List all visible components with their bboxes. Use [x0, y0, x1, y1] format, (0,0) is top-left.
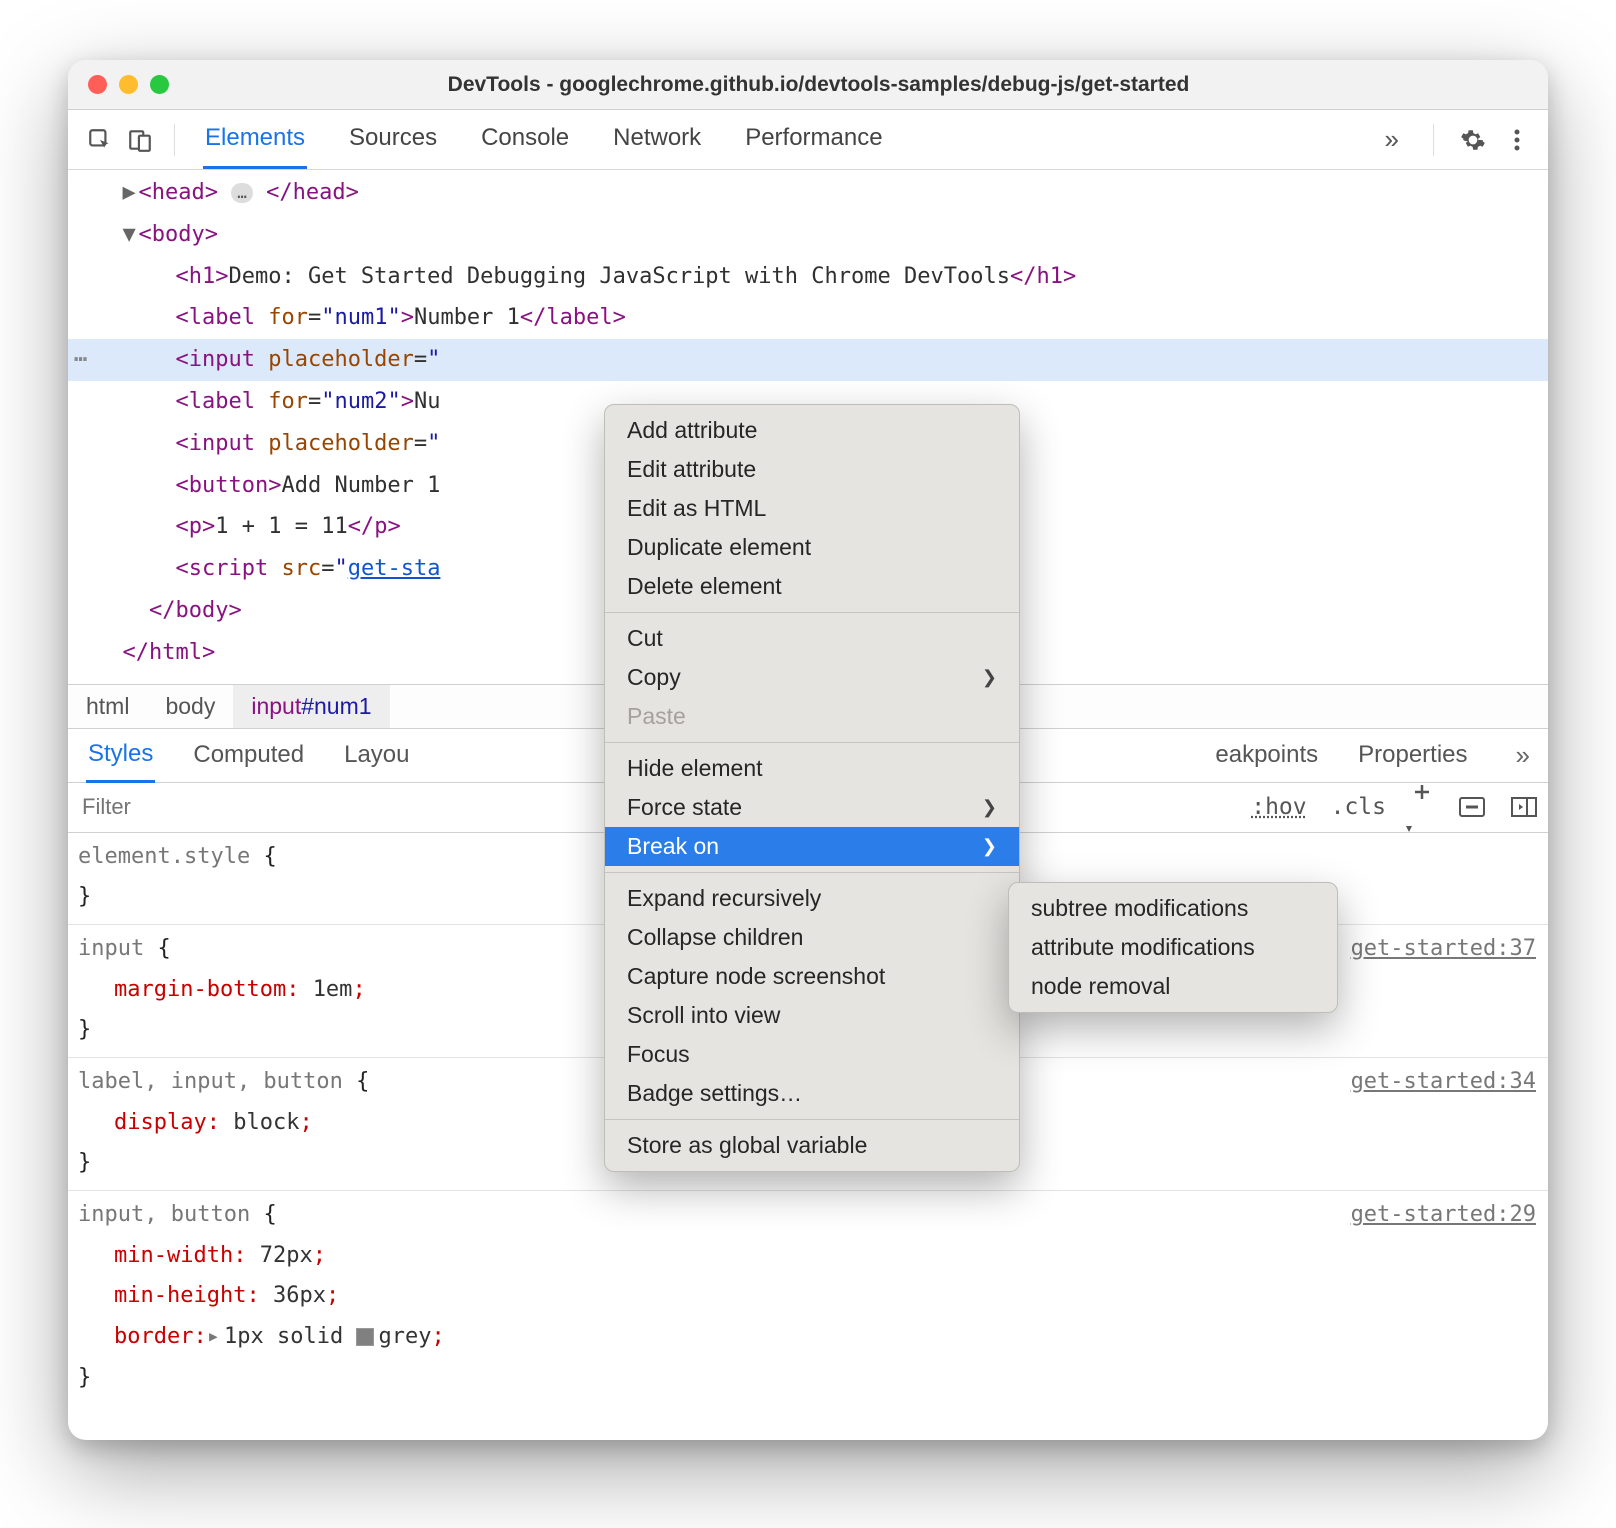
- menu-badge-settings[interactable]: Badge settings…: [605, 1074, 1019, 1113]
- tab-performance[interactable]: Performance: [743, 110, 884, 169]
- menu-cut[interactable]: Cut: [605, 619, 1019, 658]
- submenu-node-removal[interactable]: node removal: [1009, 967, 1337, 1006]
- rule-input-button[interactable]: get-started:29 input, button { min-width…: [68, 1191, 1548, 1404]
- toolbar-right: »: [1375, 124, 1532, 156]
- subtab-properties[interactable]: Properties: [1356, 729, 1469, 781]
- menu-separator: [605, 742, 1019, 743]
- menu-add-attribute[interactable]: Add attribute: [605, 411, 1019, 450]
- sidebar-toggle-icon[interactable]: [1510, 795, 1538, 819]
- menu-edit-attribute[interactable]: Edit attribute: [605, 450, 1019, 489]
- crumb-body[interactable]: body: [147, 685, 233, 728]
- computed-toggle-icon[interactable]: [1458, 795, 1486, 819]
- menu-delete-element[interactable]: Delete element: [605, 567, 1019, 606]
- menu-paste: Paste: [605, 697, 1019, 736]
- device-toolbar-icon[interactable]: [124, 124, 156, 156]
- subtab-styles[interactable]: Styles: [86, 728, 155, 783]
- menu-scroll-into-view[interactable]: Scroll into view: [605, 996, 1019, 1035]
- close-window-button[interactable]: [88, 75, 107, 94]
- menu-separator: [605, 1119, 1019, 1120]
- subtab-computed[interactable]: Computed: [191, 729, 306, 781]
- menu-capture-screenshot[interactable]: Capture node screenshot: [605, 957, 1019, 996]
- overflow-gutter-icon[interactable]: ⋯: [74, 339, 87, 381]
- rule-source-link[interactable]: get-started:29: [1351, 1195, 1536, 1236]
- maximize-window-button[interactable]: [150, 75, 169, 94]
- crumb-html[interactable]: html: [68, 685, 147, 728]
- dom-node-head[interactable]: ▶<head> … </head>: [68, 172, 1548, 214]
- toolbar-separator: [174, 124, 175, 156]
- main-tabs: Elements Sources Console Network Perform…: [203, 110, 885, 169]
- crumb-input[interactable]: input#num1: [233, 685, 389, 728]
- subtab-more-icon[interactable]: »: [1516, 740, 1530, 771]
- menu-hide-element[interactable]: Hide element: [605, 749, 1019, 788]
- rule-source-link[interactable]: get-started:34: [1351, 1062, 1536, 1103]
- menu-separator: [605, 872, 1019, 873]
- menu-copy[interactable]: Copy❯: [605, 658, 1019, 697]
- tab-sources[interactable]: Sources: [347, 110, 439, 169]
- menu-focus[interactable]: Focus: [605, 1035, 1019, 1074]
- tab-network[interactable]: Network: [611, 110, 703, 169]
- menu-force-state[interactable]: Force state❯: [605, 788, 1019, 827]
- submenu-arrow-icon: ❯: [982, 667, 997, 688]
- tab-elements[interactable]: Elements: [203, 110, 307, 169]
- dom-node-input1-selected[interactable]: ⋯ <input placeholder=": [68, 339, 1548, 381]
- menu-separator: [605, 612, 1019, 613]
- rule-source-link[interactable]: get-started:37: [1351, 929, 1536, 970]
- dom-node-label1[interactable]: <label for="num1">Number 1</label>: [68, 297, 1548, 339]
- collapsed-pill: …: [231, 183, 253, 204]
- submenu-arrow-icon: ❯: [982, 836, 997, 857]
- menu-collapse-children[interactable]: Collapse children: [605, 918, 1019, 957]
- titlebar: DevTools - googlechrome.github.io/devtoo…: [68, 60, 1548, 110]
- new-rule-icon[interactable]: [1410, 780, 1434, 834]
- submenu-attribute-modifications[interactable]: attribute modifications: [1009, 928, 1337, 967]
- menu-store-global[interactable]: Store as global variable: [605, 1126, 1019, 1165]
- dom-node-h1[interactable]: <h1>Demo: Get Started Debugging JavaScri…: [68, 256, 1548, 298]
- color-swatch-icon[interactable]: [356, 1328, 374, 1346]
- hov-toggle[interactable]: :hov: [1251, 794, 1306, 820]
- break-on-submenu: subtree modifications attribute modifica…: [1008, 882, 1338, 1013]
- styles-filter-input[interactable]: [78, 788, 498, 826]
- submenu-subtree-modifications[interactable]: subtree modifications: [1009, 889, 1337, 928]
- devtools-window: DevTools - googlechrome.github.io/devtoo…: [68, 60, 1548, 1440]
- cls-toggle[interactable]: .cls: [1331, 794, 1386, 820]
- toolbar-separator: [1433, 124, 1434, 156]
- context-menu: Add attribute Edit attribute Edit as HTM…: [604, 404, 1020, 1172]
- more-tabs-icon[interactable]: »: [1375, 124, 1409, 155]
- dom-node-body-open[interactable]: ▼<body>: [68, 214, 1548, 256]
- more-options-icon[interactable]: [1502, 125, 1532, 155]
- window-title: DevTools - googlechrome.github.io/devtoo…: [169, 73, 1468, 97]
- subtab-layout[interactable]: Layou: [342, 729, 411, 781]
- subtab-breakpoints[interactable]: eakpoints: [1213, 729, 1320, 781]
- submenu-arrow-icon: ❯: [982, 797, 997, 818]
- menu-duplicate-element[interactable]: Duplicate element: [605, 528, 1019, 567]
- tab-console[interactable]: Console: [479, 110, 571, 169]
- settings-icon[interactable]: [1458, 125, 1488, 155]
- main-toolbar: Elements Sources Console Network Perform…: [68, 110, 1548, 170]
- menu-expand-recursively[interactable]: Expand recursively: [605, 879, 1019, 918]
- menu-edit-html[interactable]: Edit as HTML: [605, 489, 1019, 528]
- minimize-window-button[interactable]: [119, 75, 138, 94]
- inspect-element-icon[interactable]: [84, 124, 116, 156]
- menu-break-on[interactable]: Break on❯: [605, 827, 1019, 866]
- traffic-lights: [88, 75, 169, 94]
